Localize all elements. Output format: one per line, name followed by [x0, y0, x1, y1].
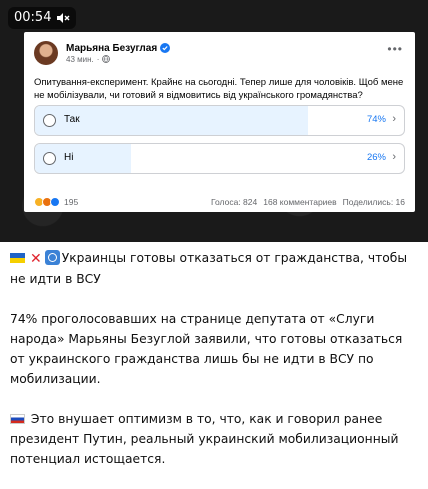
muted-speaker-icon[interactable]	[56, 11, 70, 25]
poll-option-no[interactable]: Ні 26% ›	[34, 143, 405, 174]
avatar	[34, 41, 58, 65]
video-timestamp: 00:54	[8, 7, 77, 29]
author-name: Марьяна Безуглая	[66, 43, 171, 54]
radio-icon[interactable]	[43, 152, 56, 165]
radio-icon[interactable]	[43, 114, 56, 127]
reactions-count: 195	[64, 197, 79, 207]
cross-mark-icon: ✕	[30, 251, 42, 267]
like-reaction-icon	[50, 197, 60, 207]
poll-option-label: Так	[64, 114, 80, 125]
post-text: Опитування-експеримент. Крайнє на сьогод…	[34, 77, 404, 101]
comments-count[interactable]: 168 комментариев	[263, 197, 336, 207]
message-text: ✕ Украинцы готовы отказаться от гражданст…	[10, 248, 420, 489]
post-footer: 195 Голоса: 824 168 комментариев Поделил…	[34, 196, 405, 208]
chevron-right-icon: ›	[392, 151, 396, 163]
video-time-label: 00:54	[14, 10, 52, 25]
russia-flag-icon	[10, 414, 25, 424]
paragraph-1: 74% проголосовавших на странице депутата…	[10, 312, 403, 386]
poll-option-percent: 74%	[366, 114, 386, 125]
chevron-right-icon: ›	[392, 113, 396, 125]
globe-icon	[102, 55, 111, 63]
post-header: Марьяна Безуглая 43 мин. ·	[34, 41, 171, 65]
verified-badge-icon	[160, 43, 171, 53]
video-player[interactable]: 00:54 Марьяна Безуглая 43 мин. · ••• Опи…	[0, 0, 428, 242]
post-time: 43 мин. ·	[66, 55, 170, 64]
poll-option-percent: 26%	[366, 152, 386, 163]
paragraph-2: Это внушает оптимизм в то, что, как и го…	[10, 412, 399, 466]
reactions[interactable]: 195	[34, 197, 78, 207]
votes-count[interactable]: Голоса: 824	[211, 197, 257, 207]
facebook-post-card: Марьяна Безуглая 43 мин. · ••• Опитуванн…	[24, 32, 415, 212]
poll-option-label: Ні	[64, 152, 74, 163]
ukraine-flag-icon	[10, 253, 25, 263]
no-entry-icon	[44, 250, 60, 265]
poll-option-yes[interactable]: Так 74% ›	[34, 105, 405, 136]
shares-count[interactable]: Поделились: 16	[343, 197, 405, 207]
more-options-icon[interactable]: •••	[387, 42, 403, 56]
headline: ✕ Украинцы готовы отказаться от гражданст…	[10, 250, 408, 286]
